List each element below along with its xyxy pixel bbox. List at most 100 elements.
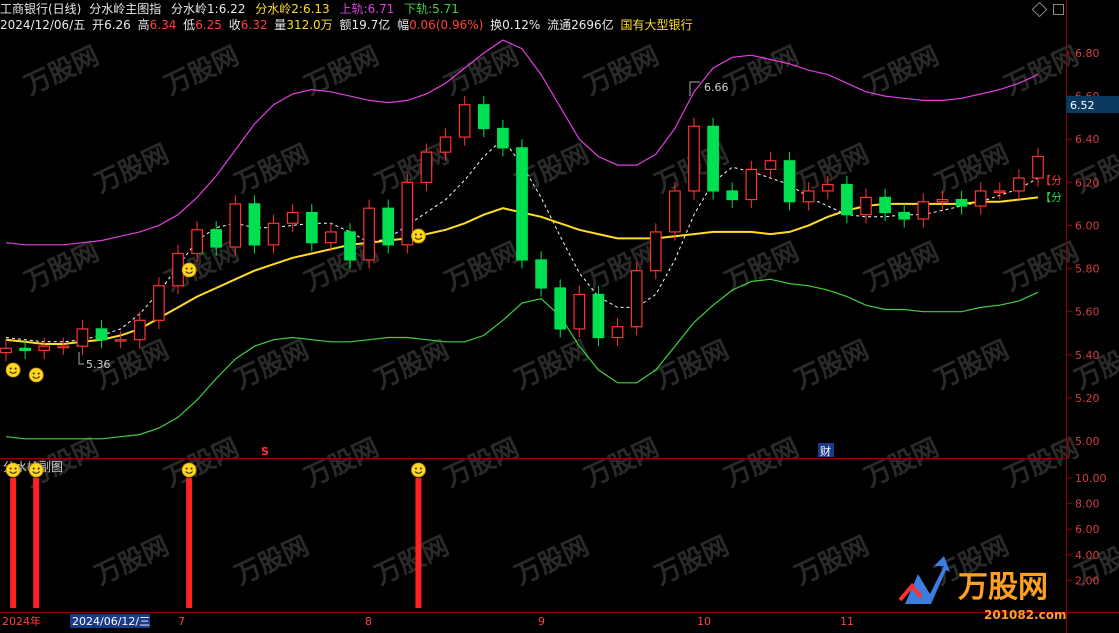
candle-body [153,285,165,321]
time-axis: 2024年 2024/06/12/三 7 8 9 10 11 [2,614,854,628]
sub-tick-label: 4.00 [1075,549,1100,562]
price-tick-label: 6.20 [1075,176,1100,189]
candle-body [420,151,433,183]
watermark-text: 万股网 [230,531,313,591]
candle-body [210,229,223,248]
watermark-text: 万股网 [860,41,943,101]
candle-body [898,211,911,220]
candle-body [133,319,146,341]
watermark-text: 万股网 [790,335,873,395]
month-label-10: 10 [697,615,711,628]
candle-body [516,147,528,261]
candle-body [802,190,815,203]
price-tick-label: 5.40 [1075,349,1100,362]
watermark-text: 万股网 [90,139,173,199]
candle-body [382,207,395,246]
watermark-text: 万股网 [160,433,243,493]
candle-body [0,347,12,354]
event-marker-cai[interactable]: 财 [820,444,831,458]
cursor-date: 2024/06/12/三 [72,615,150,628]
smiley-icon [181,462,197,478]
price-tick-label: 5.20 [1075,392,1100,405]
watermark-text: 万股网 [720,433,803,493]
signal-bar [33,478,40,608]
watermark-text: 万股网 [300,41,383,101]
candle-body [707,125,719,192]
candle-body [592,293,605,339]
watermark-text: 万股网 [650,335,733,395]
candle-body [344,231,356,261]
logo-domain-text: 201082.com [984,608,1067,622]
candle-body [726,190,739,201]
watermark-text: 万股网 [580,41,663,101]
watermark-text: 万股网 [790,531,873,591]
sub-tick-label: 10.00 [1075,472,1107,485]
kline-chart[interactable]: 万股网 万股网 万股网 万股网 万股网 万股网 万股网 万股网万股网 万股网 万股网 万股网 万股网万… [0,0,1119,633]
candle-body [649,231,662,272]
candle-body [267,222,280,246]
right-label-fsl2: 【分 [1040,191,1062,204]
current-price-value: 6.52 [1070,99,1095,112]
candle-body [38,345,51,352]
candles-group [0,96,1044,362]
smiley-icon [411,228,426,244]
candle-body [936,198,949,203]
candle-body [458,104,471,138]
candle-body [286,211,299,224]
candle-body [669,190,681,233]
candle-body [860,196,872,216]
low-marker-value: 5.36 [86,358,111,371]
price-tick-label: 5.00 [1075,435,1100,448]
right-label-fsl1: 【分 [1040,174,1062,187]
candle-body [114,339,127,342]
price-tick-label: 6.40 [1075,133,1100,146]
candle-body [993,190,1006,194]
watermark-text: 万股网 [230,335,313,395]
price-tick-label: 5.60 [1075,306,1100,319]
candle-body [172,252,184,287]
sub-tick-label: 8.00 [1075,498,1100,511]
price-tick-label: 5.80 [1075,263,1100,276]
signal-bar [415,478,422,608]
watermark-text: 万股网 [1070,335,1119,395]
watermark-text: 万股网 [440,433,523,493]
watermark-text: 万股网 [300,433,383,493]
watermark-text: 万股网 [1070,139,1119,199]
candle-body [477,104,490,130]
candle-body [305,211,318,244]
watermark-text: 万股网 [160,41,243,101]
watermark-text: 万股网 [860,433,943,493]
signal-bar [10,478,17,608]
candle-body [745,168,758,201]
event-marker-s[interactable]: S [261,445,269,458]
candle-body [554,287,567,330]
sub-tick-label: 6.00 [1075,523,1100,536]
watermark-text: 万股网 [90,531,173,591]
high-marker-value: 6.66 [704,81,729,94]
watermark-text: 万股网 [930,139,1013,199]
price-tick-label: 6.00 [1075,219,1100,232]
high-marker-leader [689,81,700,96]
smiley-icon [5,362,21,378]
candle-body [573,293,586,330]
candle-body [76,328,89,347]
candle-body [974,190,987,207]
month-label-9: 9 [538,615,545,628]
month-label-8: 8 [365,615,372,628]
smiley-icon [5,462,21,478]
candle-body [248,203,261,246]
watermark-text: 万股网 [20,41,103,101]
candle-body [841,183,853,216]
month-label-7: 7 [178,615,185,628]
watermark-text: 万股网 [510,335,593,395]
watermark-text: 万股网 [230,139,313,199]
candle-body [57,345,70,349]
candle-body [955,198,968,207]
watermark-text: 万股网 [440,237,523,297]
candle-body [191,229,203,255]
candle-body [917,201,930,220]
candle-body [688,125,700,192]
signal-bar [186,478,193,608]
candle-body [764,160,777,170]
watermark-text: 万股网 [580,433,663,493]
